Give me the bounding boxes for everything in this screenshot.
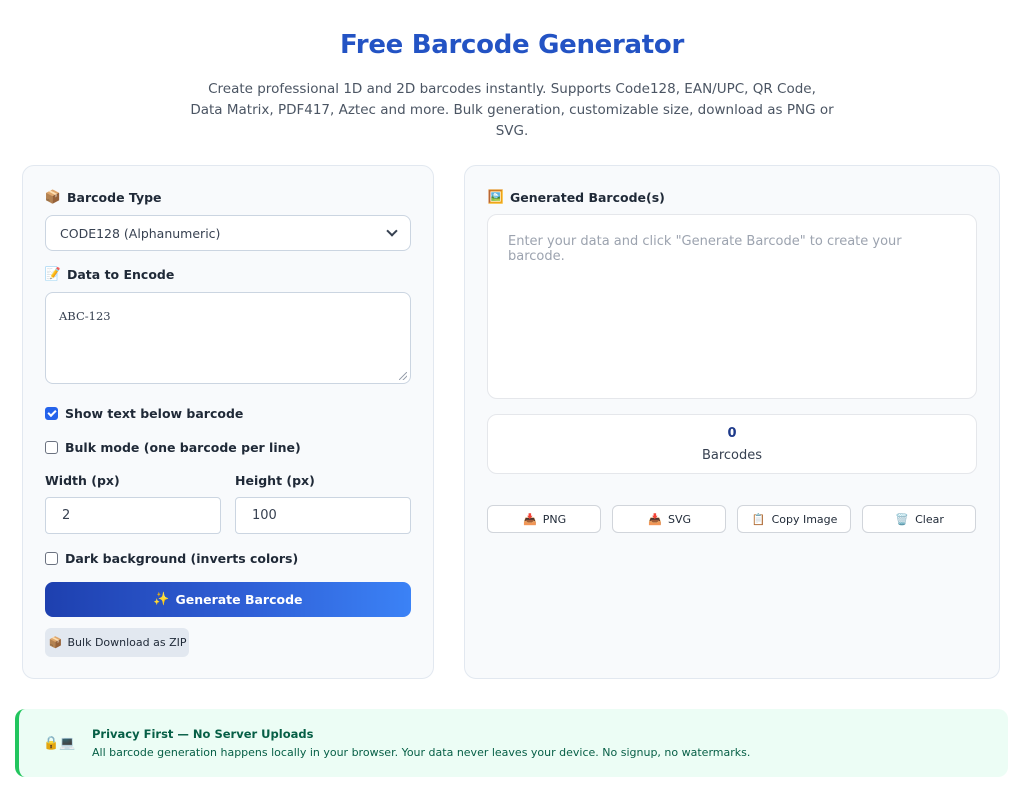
privacy-text: All barcode generation happens locally i…	[92, 746, 751, 759]
memo-icon: 📝	[44, 267, 62, 282]
download-svg-button[interactable]: 📥 SVG	[612, 505, 726, 533]
generated-barcodes-label: 🖼️ Generated Barcode(s)	[487, 190, 665, 205]
bulk-mode-option[interactable]: Bulk mode (one barcode per line)	[45, 440, 301, 455]
barcode-type-label: 📦 Barcode Type	[44, 190, 162, 205]
height-label: Height (px)	[235, 473, 315, 488]
barcode-count-label: Barcodes	[701, 448, 763, 463]
show-text-option[interactable]: Show text below barcode	[45, 406, 243, 421]
lock-icon: 🔒	[43, 736, 60, 751]
chevron-down-icon	[386, 225, 398, 237]
barcode-output-area: Enter your data and click "Generate Barc…	[487, 214, 977, 399]
clipboard-icon: 📋	[751, 512, 766, 526]
output-placeholder: Enter your data and click "Generate Barc…	[508, 234, 902, 264]
package-icon: 📦	[48, 636, 63, 649]
trash-icon: 🗑️	[895, 512, 909, 526]
page-title: Free Barcode Generator	[340, 30, 684, 60]
clear-button[interactable]: 🗑️ Clear	[862, 505, 976, 533]
show-text-checkbox[interactable]	[45, 407, 58, 420]
data-textarea[interactable]: ABC-123	[45, 292, 411, 384]
download-tray-icon: 📥	[522, 512, 537, 526]
download-tray-icon: 📥	[648, 512, 662, 526]
copy-image-button[interactable]: 📋 Copy Image	[737, 505, 851, 533]
bulk-download-zip-button[interactable]: 📦 Bulk Download as ZIP	[45, 628, 189, 657]
bulk-mode-checkbox[interactable]	[45, 441, 58, 454]
resize-grip-icon[interactable]	[399, 372, 407, 380]
data-to-encode-label: 📝 Data to Encode	[44, 267, 175, 282]
dark-background-checkbox[interactable]	[45, 552, 58, 565]
privacy-title: Privacy First — No Server Uploads	[92, 727, 314, 741]
laptop-icon: 💻	[59, 736, 76, 751]
width-input[interactable]: 2	[45, 497, 221, 534]
width-label: Width (px)	[45, 473, 120, 488]
barcode-type-select[interactable]: CODE128 (Alphanumeric)	[45, 215, 411, 251]
height-input[interactable]: 100	[235, 497, 411, 534]
generate-barcode-button[interactable]: ✨ Generate Barcode	[45, 582, 411, 617]
dark-background-option[interactable]: Dark background (inverts colors)	[45, 551, 298, 566]
framed-picture-icon: 🖼️	[487, 190, 505, 205]
download-png-button[interactable]: 📥 PNG	[487, 505, 601, 533]
page-subtitle: Create professional 1D and 2D barcodes i…	[190, 81, 834, 139]
package-icon: 📦	[44, 190, 62, 205]
privacy-banner: 🔒 💻 Privacy First — No Server Uploads Al…	[15, 709, 1008, 777]
barcode-count: 0	[727, 426, 737, 441]
sparkles-icon: ✨	[153, 592, 170, 607]
barcode-count-card: 0 Barcodes	[487, 414, 977, 474]
